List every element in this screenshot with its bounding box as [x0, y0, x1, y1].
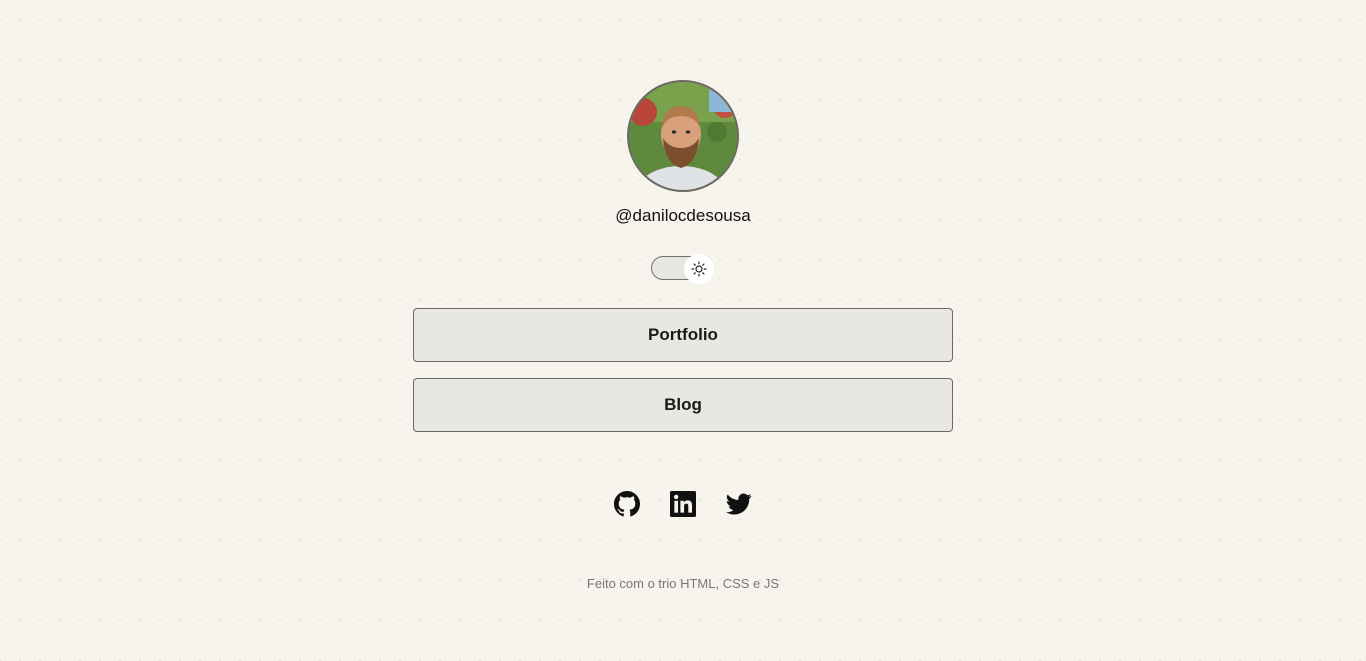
github-link[interactable] — [614, 491, 640, 517]
theme-toggle-knob[interactable] — [684, 254, 714, 284]
footer-text: Feito com o trio HTML, CSS e JS — [586, 576, 780, 591]
avatar-photo — [629, 82, 737, 190]
username: @danilocdesousa — [615, 206, 751, 225]
linkedin-link[interactable] — [670, 491, 696, 517]
twitter-icon — [726, 493, 752, 515]
github-icon — [614, 491, 640, 517]
linkedin-icon — [670, 491, 696, 517]
sun-icon — [691, 261, 707, 277]
portfolio-button[interactable]: Portfolio — [413, 308, 953, 362]
theme-toggle[interactable] — [651, 254, 714, 284]
blog-button[interactable]: Blog — [413, 378, 953, 432]
twitter-link[interactable] — [726, 491, 752, 517]
page-container: @danilocdesousa Portfolio Blog Feito com… — [0, 0, 1366, 661]
avatar — [627, 80, 739, 192]
